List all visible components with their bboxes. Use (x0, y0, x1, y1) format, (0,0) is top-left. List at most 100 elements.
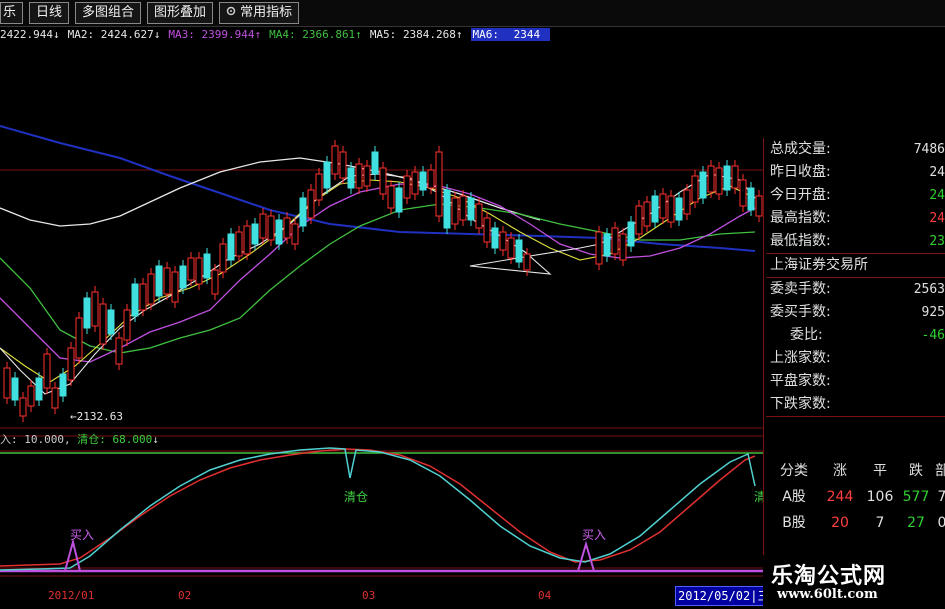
buy-label-1: 买入 (70, 528, 94, 542)
candle-body (715, 167, 723, 195)
candle-body (443, 189, 451, 229)
info-row-prev-close: 昨日收盘: 24 (770, 164, 945, 180)
info-row-low: 最低指数: 23 (770, 233, 945, 249)
candle-body (3, 367, 11, 399)
indicator-header: 入: 10.000, 清仓: 68.000↓ (0, 431, 159, 447)
candle-body (331, 145, 339, 175)
candle-body (163, 267, 171, 295)
watermark-title: 乐淘公式网 (771, 564, 887, 589)
candle-body (291, 223, 299, 245)
toolbar-button-cut[interactable]: 乐 (0, 2, 24, 24)
ma2-label: MA2: (67, 28, 95, 41)
candle-body (459, 195, 467, 221)
indicator-cyan-line (0, 447, 756, 571)
candle-body (635, 205, 643, 235)
candle-body (499, 231, 507, 251)
axis-label-feb: 02 (178, 589, 192, 602)
candle-body (11, 377, 19, 401)
ma5-value: 2384.268↑ (402, 28, 463, 41)
info-row-open: 今日开盘: 24 (770, 187, 945, 203)
candle-body (387, 185, 395, 209)
candle-body (19, 397, 27, 417)
candle-body (483, 217, 491, 243)
candle-body (115, 337, 123, 365)
candle-body (227, 233, 235, 261)
candle-body (171, 271, 179, 303)
low-price-label: ←2132.63 (70, 410, 123, 423)
candle-body (731, 165, 739, 189)
ma2-value: 2424.627↓ (100, 28, 161, 41)
toolbar-button-daily[interactable]: 日线 (29, 2, 70, 24)
candle-body (411, 171, 419, 195)
indicator-param-sell: 清仓: 68.000 (77, 433, 153, 446)
candle-body (643, 201, 651, 227)
watermark-logo: 乐淘公式网 www.60lt.com (763, 555, 945, 609)
toolbar-indicators-label: 常用指标 (240, 5, 293, 20)
candle-body (139, 283, 147, 311)
table-row: A股 244 106 577 7 (782, 489, 945, 505)
candle-body (259, 213, 267, 239)
info-row-high: 最高指数: 24 (770, 210, 945, 226)
candle-body (339, 151, 347, 179)
candle-body (603, 233, 611, 257)
candle-body (267, 215, 275, 241)
candle-body (211, 269, 219, 295)
table-row: B股 20 7 27 0 (782, 515, 945, 531)
candle-body (611, 227, 619, 255)
axis-label-mar: 03 (362, 589, 376, 602)
info-row-bid: 委买手数: 925 (770, 304, 945, 320)
candle-body (195, 257, 203, 285)
candle-body (347, 167, 355, 189)
candle-body (667, 195, 675, 223)
toolbar-button-multi-chart[interactable]: 多图组合 (75, 2, 142, 24)
ma3-label: MA3: (168, 28, 195, 41)
candle-body (675, 197, 683, 221)
candle-body (307, 189, 315, 219)
candle-body (475, 203, 483, 229)
candle-body (627, 221, 635, 247)
indicator-chart[interactable]: 买入 买入 清仓 清 (0, 446, 763, 586)
candle-body (595, 231, 603, 265)
candle-body (739, 179, 747, 207)
candle-body (43, 353, 51, 389)
ma1-value: 2422.944↓ (0, 28, 60, 41)
candles-group (3, 140, 763, 422)
ma3-value: 2399.944↑ (201, 28, 262, 41)
candle-body (619, 233, 627, 261)
candle-body (683, 189, 691, 215)
exchange-name: 上海证券交易所 (770, 257, 868, 273)
candle-body (243, 225, 251, 255)
candle-body (707, 165, 715, 193)
candle-body (523, 253, 531, 271)
info-divider-3 (766, 416, 945, 417)
candle-body (491, 227, 499, 249)
candle-body (147, 273, 155, 305)
candle-body (123, 309, 131, 341)
axis-label-apr: 04 (538, 589, 552, 602)
candle-body (35, 377, 43, 401)
candle-body (179, 265, 187, 289)
candle-body (299, 197, 307, 227)
ma4-label: MA4: (269, 28, 296, 41)
toolbar-button-overlay[interactable]: 图形叠加 (147, 2, 214, 24)
ma6-label: MA6: 2344 (470, 28, 551, 41)
info-row-up-count: 上涨家数: (770, 350, 831, 366)
panel-separator (763, 138, 764, 578)
quote-info-panel: 总成交量: 7486 昨日收盘: 24 今日开盘: 24 最高指数: 24 最低指数: 2… (766, 138, 945, 417)
axis-label-jan: 2012/01 (48, 589, 95, 602)
candle-body (691, 175, 699, 203)
sell-label-2: 清 (754, 490, 763, 504)
toolbar-button-indicators[interactable]: 常用指标 (219, 2, 300, 24)
gear-icon (226, 6, 236, 16)
candle-body (91, 291, 99, 327)
candle-body (75, 317, 83, 359)
candle-body (275, 219, 283, 245)
info-row-ask: 委卖手数: 2563 (770, 281, 945, 297)
candle-body (27, 385, 35, 407)
candle-body (131, 283, 139, 317)
candle-body (371, 151, 379, 175)
candle-body (651, 195, 659, 223)
info-row-flat-count: 平盘家数: (770, 373, 831, 389)
candle-body (203, 253, 211, 279)
candle-body (315, 173, 323, 201)
